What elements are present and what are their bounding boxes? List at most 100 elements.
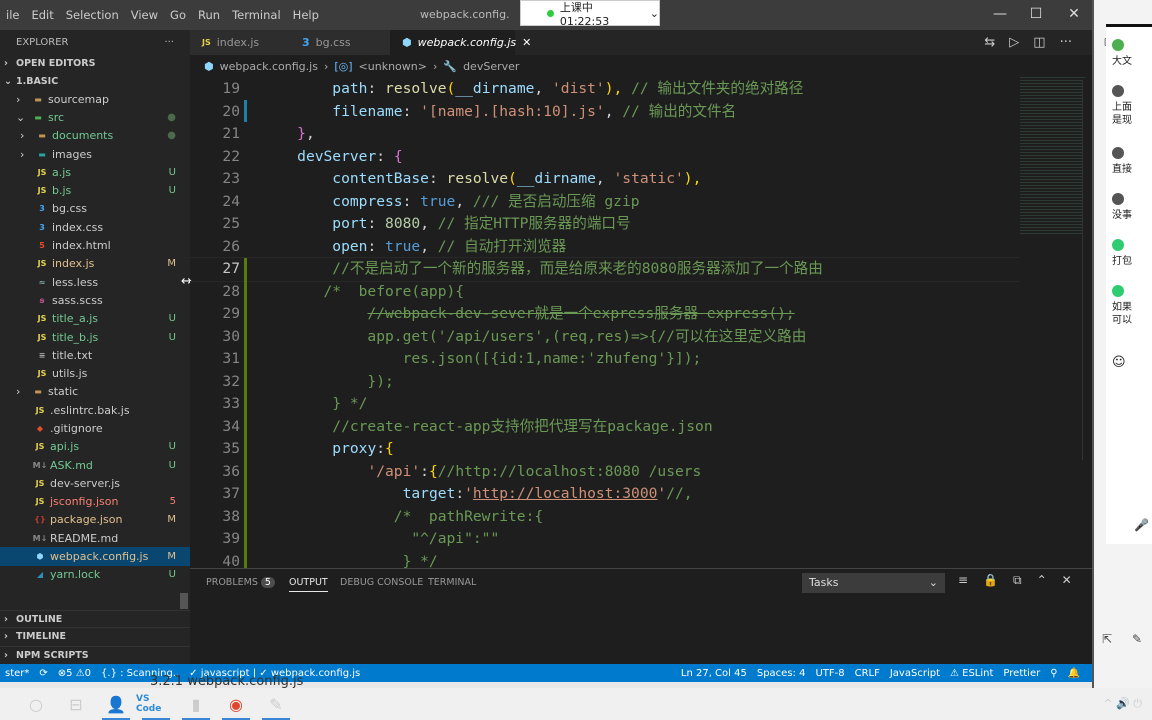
project-root-section[interactable]: ⌄ 1.BASIC (0, 72, 190, 90)
breadcrumb-item[interactable]: webpack.config.js (220, 60, 318, 73)
chevron-down-icon[interactable]: ⌄ (650, 7, 659, 20)
minimap[interactable] (1020, 75, 1085, 235)
file-tree-item[interactable]: {} package.json M (0, 511, 190, 529)
clear-output-icon[interactable]: ≡ (958, 573, 968, 588)
code-line[interactable]: 36 '/api':{//http://localhost:8080 /user… (190, 461, 1020, 484)
close-panel-icon[interactable]: ✕ (1062, 573, 1072, 588)
close-window-button[interactable]: ✕ (1059, 6, 1089, 22)
open-log-icon[interactable]: ⧉ (1013, 573, 1022, 588)
code-line[interactable]: 37 target:'http://localhost:3000'//, (190, 483, 1020, 506)
code-line[interactable]: 35 proxy:{ (190, 438, 1020, 461)
tab-bg-css[interactable]: 3 bg.css (290, 30, 390, 55)
file-tree-item[interactable]: JS a.js U (0, 163, 190, 181)
code-line[interactable]: 28 /* before(app){ (190, 281, 1020, 304)
system-tray[interactable]: ^ 🔊 ⏻ (1103, 697, 1142, 711)
sidebar-scrollbar[interactable] (180, 593, 188, 609)
split-editor-icon[interactable]: ◫ (1033, 35, 1045, 50)
menu-view[interactable]: View (131, 8, 158, 22)
code-line[interactable]: 40 } */ (190, 551, 1020, 569)
task-view-icon[interactable]: ⊟ (56, 688, 96, 720)
git-branch[interactable]: ster* (5, 668, 29, 679)
file-tree-item[interactable]: ꞩ sass.scss (0, 291, 190, 309)
file-tree-item[interactable]: JS title_b.js U (0, 328, 190, 346)
menu-terminal[interactable]: Terminal (232, 8, 281, 22)
timeline-section[interactable]: › TIMELINE (0, 627, 190, 645)
code-line[interactable]: 32 }); (190, 371, 1020, 394)
close-tab-icon[interactable]: ✕ (522, 36, 531, 49)
chrome-taskbar-icon[interactable]: ◉ (216, 688, 256, 720)
more-actions-icon[interactable]: ··· (1060, 35, 1072, 50)
menu-go[interactable]: Go (170, 8, 186, 22)
code-line[interactable]: 38 /* pathRewrite:{ (190, 506, 1020, 529)
code-line[interactable]: 27 //不是启动了一个新的服务器，而是给原来老的8080服务器添加了一个路由 (190, 257, 1020, 282)
more-actions-icon[interactable]: ··· (164, 37, 174, 48)
file-tree-item[interactable]: M↓ ASK.md U (0, 456, 190, 474)
menu-help[interactable]: Help (293, 8, 319, 22)
code-line[interactable]: 31 res.json([{id:1,name:'zhufeng'}]); (190, 348, 1020, 371)
vscode-taskbar-icon[interactable]: VS Code (136, 688, 176, 720)
tab-output[interactable]: OUTPUT (289, 577, 328, 592)
code-line[interactable]: 21 }, (190, 123, 1020, 146)
microphone-icon[interactable]: 🎤 (1134, 518, 1149, 532)
tab-terminal[interactable]: TERMINAL (428, 577, 476, 588)
emoji-icon[interactable]: ☺ (1112, 355, 1126, 370)
menu-selection[interactable]: Selection (66, 8, 119, 22)
tab-webpack-config[interactable]: ⬢ webpack.config.js ✕ (390, 30, 531, 55)
notifications-icon[interactable]: 🔔 (1068, 668, 1080, 679)
encoding[interactable]: UTF-8 (815, 668, 844, 679)
menu-ile[interactable]: ile (6, 8, 19, 22)
sync-icon[interactable]: ⟳ (39, 668, 47, 679)
file-tree-item[interactable]: 5 index.html (0, 236, 190, 254)
code-line[interactable]: 23 contentBase: resolve(__dirname, 'stat… (190, 168, 1020, 191)
code-line[interactable]: 22 devServer: { (190, 146, 1020, 169)
file-tree-item[interactable]: ≈ less.less (0, 273, 190, 291)
file-tree-item[interactable]: ≡ title.txt (0, 346, 190, 364)
editor-scrollbar[interactable] (1082, 80, 1086, 460)
code-editor[interactable]: 19 path: resolve(__dirname, 'dist'), // … (190, 78, 1020, 568)
line-ending[interactable]: CRLF (855, 668, 880, 679)
paint-taskbar-icon[interactable]: ✎ (256, 688, 296, 720)
cursor-position[interactable]: Ln 27, Col 45 (681, 668, 747, 679)
file-tree-item[interactable]: › ▬ sourcemap (0, 90, 190, 108)
file-tree-item[interactable]: › ▬ images (0, 145, 190, 163)
code-line[interactable]: 25 port: 8080, // 指定HTTP服务器的端口号 (190, 213, 1020, 236)
minimize-button[interactable]: — (985, 6, 1015, 22)
file-tree-item[interactable]: JS jsconfig.json 5 (0, 493, 190, 511)
class-timer[interactable]: 上课中 01:22:53 ⌄ (520, 0, 660, 28)
file-tree-item[interactable]: JS utils.js (0, 364, 190, 382)
prettier-status[interactable]: Prettier (1003, 668, 1040, 679)
code-line[interactable]: 29 //webpack-dev-sever就是一个express服务器 exp… (190, 303, 1020, 326)
code-line[interactable]: 33 } */ (190, 393, 1020, 416)
code-line[interactable]: 20 filename: '[name].[hash:10].js', // 输… (190, 101, 1020, 124)
maximize-button[interactable]: ☐ (1021, 6, 1051, 22)
menu-run[interactable]: Run (198, 8, 220, 22)
code-line[interactable]: 34 //create-react-app支持你把代理写在package.jso… (190, 416, 1020, 439)
tab-debug-console[interactable]: DEBUG CONSOLE (340, 577, 423, 588)
file-tree-item[interactable]: M↓ README.md (0, 529, 190, 547)
code-line[interactable]: 24 compress: true, /// 是否启动压缩 gzip (190, 191, 1020, 214)
file-tree-item[interactable]: 3 index.css (0, 218, 190, 236)
breadcrumb-item[interactable]: <unknown> (359, 60, 427, 73)
search-taskbar-icon[interactable]: ○ (16, 688, 56, 720)
file-tree-item[interactable]: JS .eslintrc.bak.js (0, 401, 190, 419)
code-line[interactable]: 30 app.get('/api/users',(req,res)=>{//可以… (190, 326, 1020, 349)
outline-section[interactable]: › OUTLINE (0, 610, 190, 628)
file-tree-item[interactable]: JS api.js U (0, 438, 190, 456)
file-tree-item[interactable]: ◢ yarn.lock U (0, 566, 190, 584)
output-channel-select[interactable]: Tasks ⌄ (802, 573, 945, 593)
feedback-icon[interactable]: ⚲ (1050, 668, 1057, 679)
code-line[interactable]: 39 "^/api":"" (190, 528, 1020, 551)
indentation[interactable]: Spaces: 4 (757, 668, 806, 679)
file-tree-item[interactable]: › ▬ static (0, 383, 190, 401)
file-tree-item[interactable]: ◆ .gitignore (0, 419, 190, 437)
terminal-taskbar-icon[interactable]: ▮ (176, 688, 216, 720)
npm-scripts-section[interactable]: › NPM SCRIPTS (0, 646, 190, 664)
file-tree-item[interactable]: JS index.js M (0, 255, 190, 273)
open-editors-section[interactable]: › OPEN EDITORS (0, 54, 190, 72)
breadcrumb-item[interactable]: devServer (463, 60, 519, 73)
code-line[interactable]: 26 open: true, // 自动打开浏览器 (190, 236, 1020, 259)
run-icon[interactable]: ▷ (1009, 35, 1019, 50)
pointer-tool-icon[interactable]: ⇱ (1102, 632, 1112, 646)
file-tree-item[interactable]: 3 bg.css (0, 200, 190, 218)
file-tree-item[interactable]: › ▬ documents ● (0, 127, 190, 145)
